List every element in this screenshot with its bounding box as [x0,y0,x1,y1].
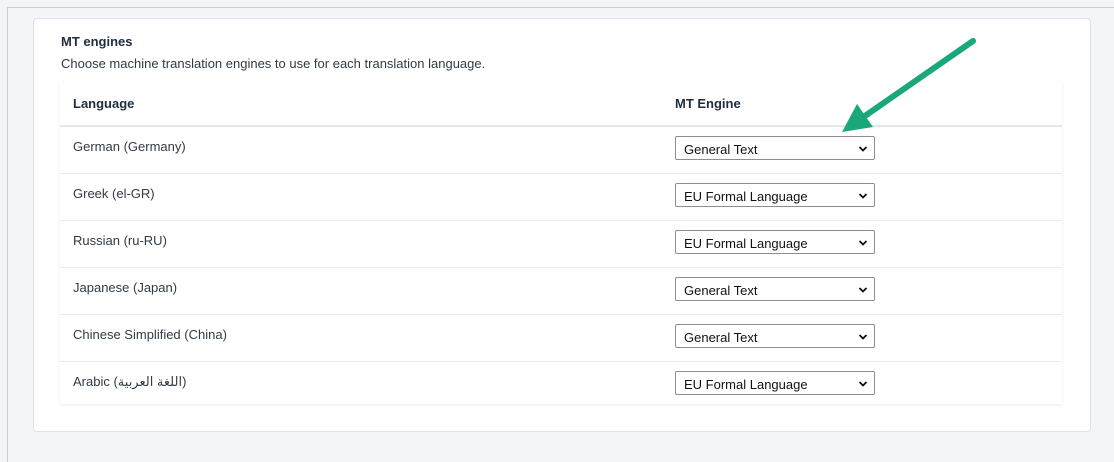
mt-engine-select[interactable]: General Text [675,277,875,301]
section-title: MT engines [61,34,133,49]
mt-engine-select[interactable]: EU Formal Language [675,183,875,207]
header-mt-engine: MT Engine [675,96,741,111]
table-row: Japanese (Japan) General Text [60,268,1062,315]
mt-engine-value: General Text [684,283,758,298]
mt-engine-select[interactable]: EU Formal Language [675,371,875,395]
chevron-down-icon [858,240,868,246]
language-name: Greek (el-GR) [73,186,155,201]
section-description: Choose machine translation engines to us… [61,56,486,71]
table-row: Russian (ru-RU) EU Formal Language [60,221,1062,268]
chevron-down-icon [858,193,868,199]
table-row: Greek (el-GR) EU Formal Language [60,174,1062,221]
mt-engine-value: General Text [684,330,758,345]
language-name: Arabic (اللغة العربية) [73,374,187,389]
mt-engine-value: General Text [684,142,758,157]
chevron-down-icon [858,287,868,293]
mt-engine-value: EU Formal Language [684,189,808,204]
language-name: German (Germany) [73,139,186,154]
table-header: Language MT Engine [60,82,1062,127]
header-language: Language [73,96,135,111]
mt-engine-select[interactable]: EU Formal Language [675,230,875,254]
mt-engines-table: Language MT Engine German (Germany) Gene… [60,82,1062,404]
language-name: Chinese Simplified (China) [73,327,227,342]
mt-engine-select[interactable]: General Text [675,324,875,348]
language-name: Russian (ru-RU) [73,233,167,248]
chevron-down-icon [858,146,868,152]
table-row: German (Germany) General Text [60,127,1062,174]
language-name: Japanese (Japan) [73,280,178,295]
table-row: Chinese Simplified (China) General Text [60,315,1062,362]
table-row: Arabic (اللغة العربية) EU Formal Languag… [60,362,1062,408]
mt-engine-value: EU Formal Language [684,236,808,251]
chevron-down-icon [858,381,868,387]
mt-engine-value: EU Formal Language [684,377,808,392]
chevron-down-icon [858,334,868,340]
mt-engine-select[interactable]: General Text [675,136,875,160]
